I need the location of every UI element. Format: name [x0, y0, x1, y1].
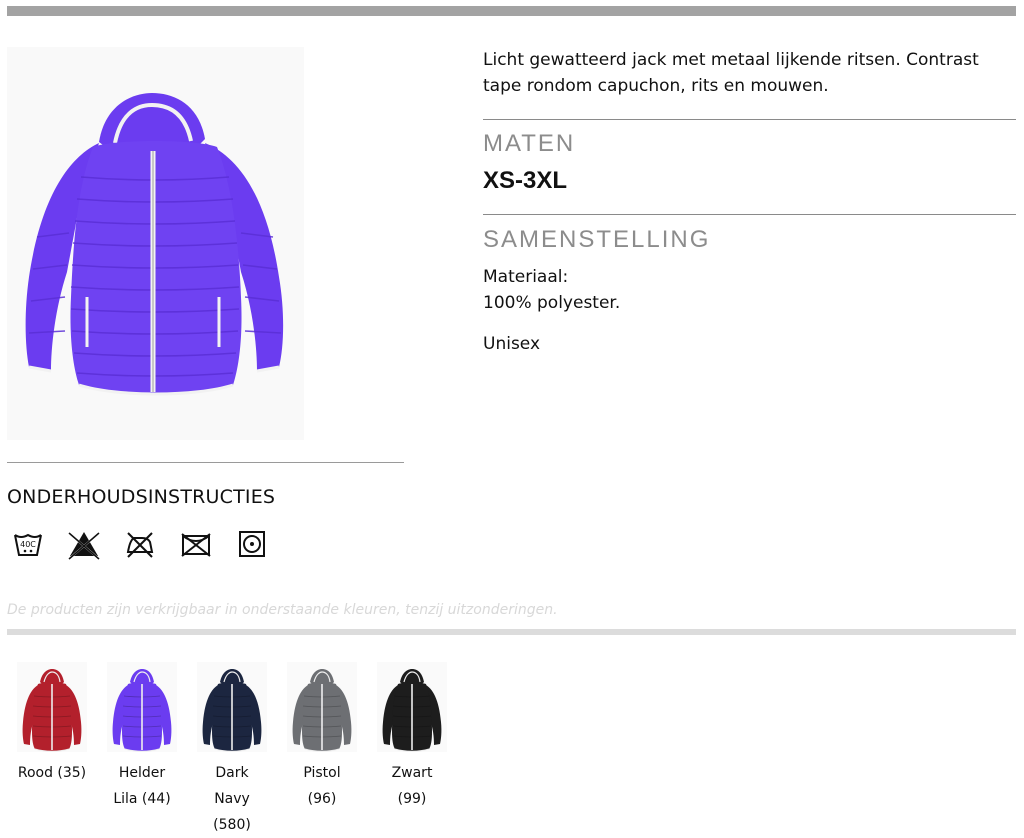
- do-not-dry-clean-icon: [181, 533, 211, 557]
- jacket-thumbnail: [292, 669, 352, 752]
- divider: [7, 462, 404, 463]
- tumble-dry-low-icon: [239, 531, 265, 557]
- color-label: Pistol (96): [303, 765, 341, 807]
- jacket-illustration: [25, 93, 284, 396]
- color-label: Zwart (99): [391, 765, 433, 807]
- fit-label: Unisex: [483, 334, 541, 354]
- product-description: Licht gewatteerd jack met metaal lijkend…: [483, 50, 979, 96]
- divider: [483, 214, 1016, 215]
- color-label: Rood (35): [17, 765, 87, 781]
- color-divider: [7, 629, 1016, 635]
- care-instructions-title: ONDERHOUDSINSTRUCTIES: [7, 486, 276, 508]
- color-label: Helder Lila (44): [113, 765, 171, 807]
- composition-title: SAMENSTELLING: [483, 226, 711, 253]
- material-value: 100% polyester.: [483, 293, 621, 313]
- material-label: Materiaal:: [483, 267, 569, 287]
- sizes-title: MATEN: [483, 130, 576, 157]
- no-bleach-icon: [68, 532, 100, 560]
- wash-40c-icon: 40C: [14, 533, 42, 556]
- top-bar: [7, 6, 1016, 16]
- do-not-iron-icon: [126, 532, 154, 558]
- jacket-thumbnail: [202, 669, 262, 752]
- care-icons: 40C: [12, 528, 268, 560]
- jacket-thumbnail: [22, 669, 82, 752]
- availability-note: De producten zijn verkrijgbaar in onders…: [7, 602, 558, 618]
- jacket-thumbnail: [112, 669, 172, 752]
- wash-temperature-label: 40C: [20, 540, 36, 549]
- color-label: Dark Navy (580): [213, 765, 251, 833]
- divider: [483, 119, 1016, 120]
- product-image: [7, 47, 304, 440]
- sizes-value: XS-3XL: [483, 167, 568, 194]
- jacket-thumbnail: [382, 669, 442, 752]
